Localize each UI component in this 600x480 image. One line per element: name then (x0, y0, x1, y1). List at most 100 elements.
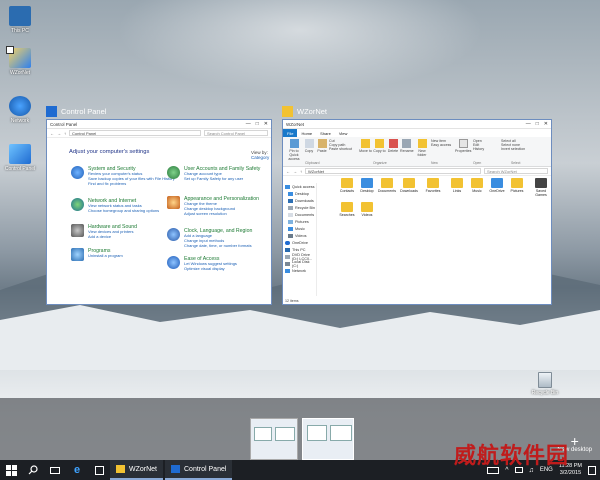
nav-item-local-disk[interactable]: Local Disk (C:) (283, 260, 316, 268)
desktop-thumbnail-2[interactable] (302, 418, 354, 460)
nav-item-quick-access[interactable]: Quick access (283, 183, 316, 190)
delete-button[interactable]: Delete (387, 139, 399, 153)
task-view-header-control-panel[interactable]: Control Panel (46, 104, 106, 118)
search-input[interactable]: Search Control Panel (204, 130, 268, 136)
view-by-selector[interactable]: View by: Category (251, 150, 271, 160)
nav-item-onedrive[interactable]: OneDrive (283, 239, 316, 246)
up-arrow-icon[interactable]: ↑ (300, 169, 302, 174)
category-ease-of-access[interactable]: Ease of Access Let Windows suggest setti… (167, 256, 266, 272)
category-appearance[interactable]: Appearance and Personalization Change th… (167, 196, 266, 216)
folder-contacts[interactable]: Contacts (337, 178, 357, 193)
folder-favorites[interactable]: Favorites (423, 178, 443, 193)
rename-button[interactable]: Rename (400, 139, 414, 153)
clock-icon (167, 228, 180, 241)
network-icon (9, 96, 31, 116)
desktop-icon-control-panel[interactable]: Control Panel (2, 144, 38, 172)
easy-access-button[interactable]: Easy access (431, 143, 453, 147)
search-button[interactable] (22, 460, 44, 480)
nav-item-desktop[interactable]: Desktop (283, 190, 316, 197)
favorites-icon (427, 178, 439, 188)
close-icon[interactable]: ✕ (264, 121, 268, 127)
folder-onedrive[interactable]: OneDrive (487, 178, 507, 193)
copy-button[interactable]: Copy (303, 139, 315, 153)
nav-item-pictures[interactable]: Pictures (283, 218, 316, 225)
search-icon (28, 465, 38, 475)
folder-music[interactable]: Music (467, 178, 487, 193)
maximize-icon[interactable]: □ (536, 121, 539, 127)
category-user-accounts[interactable]: User Accounts and Family Safety Change a… (167, 166, 266, 182)
cloud-icon (285, 240, 290, 245)
computer-icon (285, 247, 290, 252)
desktop-thumbnail-1[interactable] (250, 418, 298, 460)
explorer-window[interactable]: WZorNet — □ ✕ File Home Share View Pin t… (282, 119, 552, 305)
pin-quick-access-button[interactable]: Pin to Quick access (285, 139, 303, 161)
history-button[interactable]: History (473, 147, 491, 151)
selection-checkbox[interactable] (6, 46, 14, 54)
ribbon-group-select: Select (511, 161, 521, 165)
store-button[interactable] (88, 460, 110, 480)
tab-view[interactable]: View (335, 129, 352, 137)
back-arrow-icon[interactable]: ← (50, 131, 54, 136)
folder-desktop[interactable]: Desktop (357, 178, 377, 193)
edge-button[interactable]: e (66, 460, 88, 480)
minimize-icon[interactable]: — (246, 121, 251, 127)
thumb-window (330, 425, 352, 441)
move-to-button[interactable]: Move to (359, 139, 372, 153)
up-arrow-icon[interactable]: ↑ (64, 131, 66, 136)
page-title: Adjust your computer's settings (69, 149, 150, 155)
back-arrow-icon[interactable]: ← (286, 169, 290, 174)
new-folder-icon (417, 139, 427, 148)
minimize-icon[interactable]: — (526, 121, 531, 127)
category-network-internet[interactable]: Network and Internet View network status… (71, 198, 159, 214)
downloads-icon (403, 178, 415, 188)
nav-item-documents[interactable]: Documents (283, 211, 316, 218)
folder-downloads[interactable]: Downloads (399, 178, 419, 193)
nav-item-music[interactable]: Music (283, 225, 316, 232)
address-field[interactable]: WZorNet (305, 168, 481, 174)
document-icon (288, 212, 293, 217)
folder-saved-games[interactable]: Saved Games (531, 178, 551, 197)
control-panel-window[interactable]: Control Panel — □ ✕ ← → ↑ Control Panel … (46, 119, 272, 305)
tab-home[interactable]: Home (297, 129, 316, 137)
start-button[interactable] (0, 460, 22, 480)
tab-file[interactable]: File (283, 129, 298, 137)
desktop-icon-network[interactable]: Network (2, 96, 38, 124)
contacts-icon (341, 178, 353, 188)
folder-documents[interactable]: Documents (377, 178, 397, 193)
category-hardware-sound[interactable]: Hardware and Sound View devices and prin… (71, 224, 137, 240)
invert-selection-button[interactable]: Invert selection (501, 147, 531, 151)
nav-item-network[interactable]: Network (283, 267, 316, 274)
maximize-icon[interactable]: □ (256, 121, 259, 127)
search-input[interactable]: Search WZorNet (484, 168, 548, 174)
desktop-icon-this-pc[interactable]: This PC (2, 6, 38, 34)
forward-arrow-icon[interactable]: → (293, 169, 297, 174)
taskbar-app-wzornet[interactable]: WZorNet (110, 460, 163, 480)
taskbar-app-control-panel[interactable]: Control Panel (165, 460, 233, 480)
folder-pictures[interactable]: Pictures (507, 178, 527, 193)
paste-shortcut-button[interactable]: Paste shortcut (329, 147, 355, 151)
task-view-button[interactable] (44, 460, 66, 480)
category-programs[interactable]: Programs Uninstall a program (71, 248, 123, 261)
music-folder-icon (471, 178, 483, 188)
tab-share[interactable]: Share (316, 129, 335, 137)
paste-button[interactable]: Paste (316, 139, 328, 153)
control-panel-icon (9, 144, 31, 164)
copy-to-button[interactable]: Copy to (373, 139, 386, 153)
task-view-header-wzornet[interactable]: WZorNet (282, 104, 327, 118)
folder-links[interactable]: Links (447, 178, 467, 193)
notifications-icon[interactable] (588, 465, 596, 475)
new-folder-button[interactable]: New folder (415, 139, 429, 157)
category-clock-language[interactable]: Clock, Language, and Region Add a langua… (167, 228, 266, 248)
folder-searches[interactable]: Searches (337, 202, 357, 217)
nav-item-videos[interactable]: Videos (283, 232, 316, 239)
close-icon[interactable]: ✕ (544, 121, 548, 127)
address-field[interactable]: Control Panel (69, 130, 201, 136)
nav-item-recycle-bin[interactable]: Recycle Bin (283, 204, 316, 211)
forward-arrow-icon[interactable]: → (57, 131, 61, 136)
nav-item-downloads[interactable]: Downloads (283, 197, 316, 204)
properties-button[interactable]: Properties (455, 139, 471, 153)
folder-videos[interactable]: Videos (357, 202, 377, 217)
control-panel-titlebar: Control Panel — □ ✕ (47, 120, 271, 129)
desktop-icon-recycle-bin[interactable]: Recycle Bin (530, 372, 560, 396)
category-system-security[interactable]: System and Security Review your computer… (71, 166, 175, 186)
